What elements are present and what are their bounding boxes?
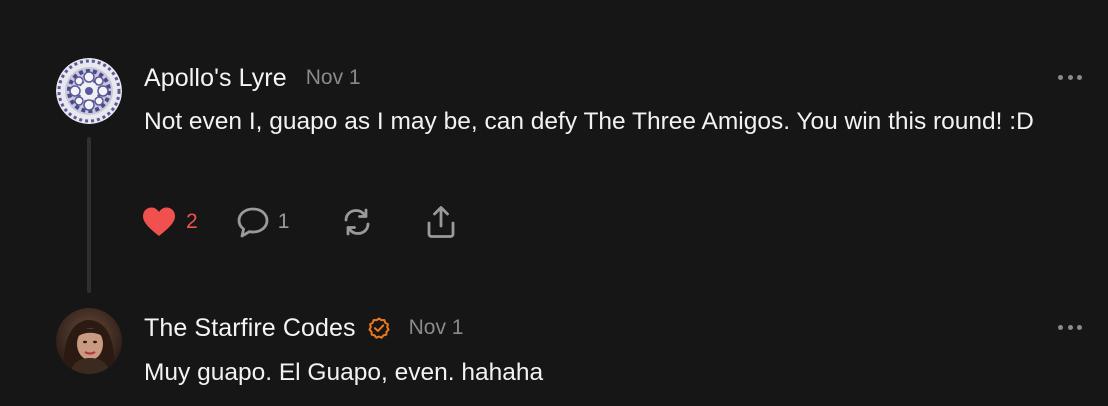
thread-line <box>87 137 91 293</box>
restack-button[interactable] <box>341 206 373 238</box>
comment-header: Apollo's Lyre Nov 1 <box>144 62 361 94</box>
speech-bubble-icon <box>237 207 269 238</box>
like-button[interactable]: 2 <box>142 206 198 238</box>
reply-count: 1 <box>277 210 290 233</box>
more-options-icon[interactable] <box>1058 323 1082 331</box>
pattern-avatar-image <box>56 58 122 124</box>
verified-badge-icon <box>368 317 390 339</box>
share-icon <box>427 206 455 238</box>
restack-icon <box>344 208 370 236</box>
comment-text: Not even I, guapo as I may be, can defy … <box>144 108 1034 135</box>
comment-text: Muy guapo. El Guapo, even. hahaha <box>144 359 544 386</box>
author-name[interactable]: The Starfire Codes <box>144 314 356 343</box>
share-button[interactable] <box>425 205 457 239</box>
comment-header: The Starfire Codes Nov 1 <box>144 312 463 344</box>
avatar[interactable] <box>56 308 122 374</box>
author-name[interactable]: Apollo's Lyre <box>144 64 287 93</box>
comment-actions: 2 1 <box>142 204 457 240</box>
photo-avatar-image <box>56 308 122 374</box>
comment-date[interactable]: Nov 1 <box>306 66 361 90</box>
more-options-icon[interactable] <box>1058 73 1082 81</box>
heart-icon <box>143 207 175 236</box>
avatar[interactable] <box>56 58 122 124</box>
comment-date[interactable]: Nov 1 <box>409 316 464 340</box>
reply-button[interactable]: 1 <box>236 206 290 238</box>
like-count: 2 <box>186 210 198 233</box>
